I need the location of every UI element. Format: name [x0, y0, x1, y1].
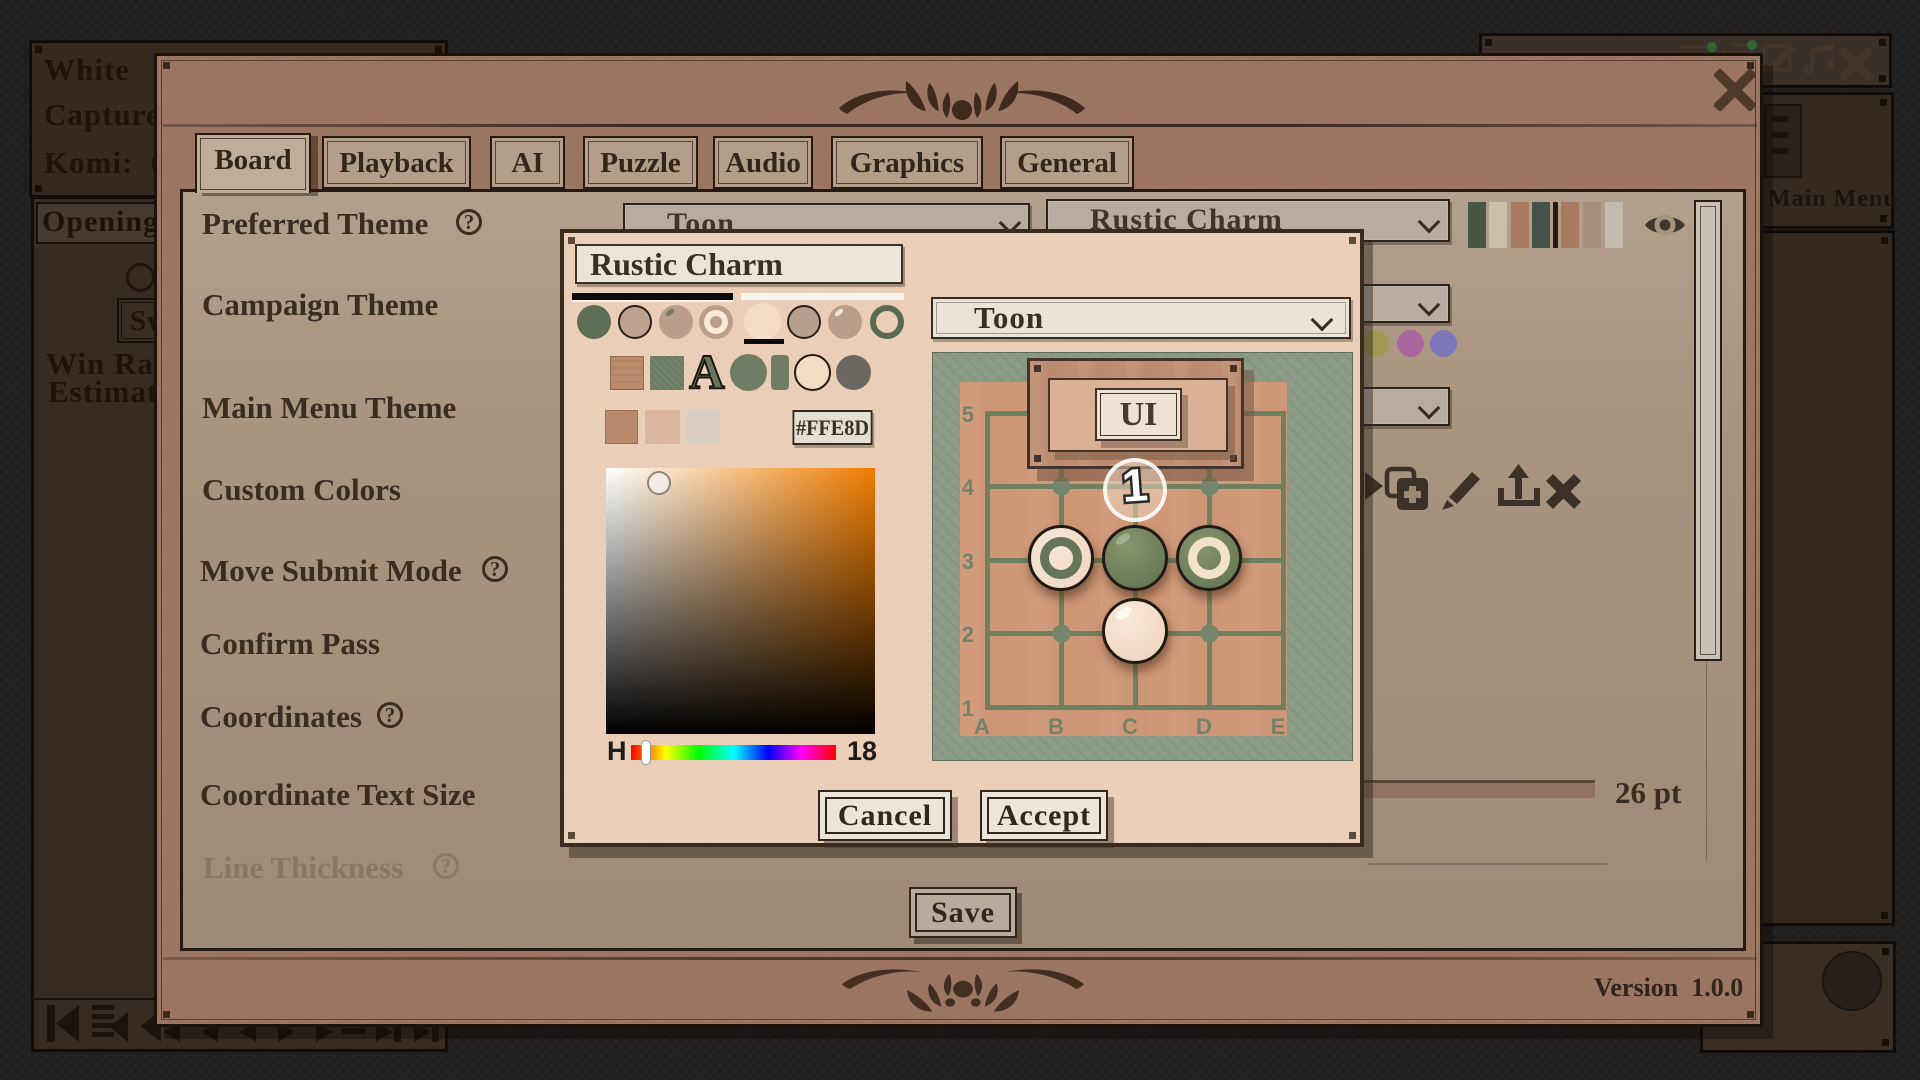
svg-text:1: 1: [962, 696, 974, 721]
svg-text:2: 2: [962, 622, 974, 647]
svg-text:5: 5: [962, 402, 974, 427]
svg-text:A: A: [974, 714, 990, 736]
svg-text:E: E: [1271, 714, 1286, 736]
svg-text:D: D: [1196, 714, 1212, 736]
svg-text:3: 3: [962, 549, 974, 574]
svg-text:B: B: [1048, 714, 1064, 736]
svg-text:1: 1: [1120, 458, 1149, 512]
svg-text:4: 4: [962, 475, 975, 500]
svg-text:C: C: [1122, 714, 1138, 736]
